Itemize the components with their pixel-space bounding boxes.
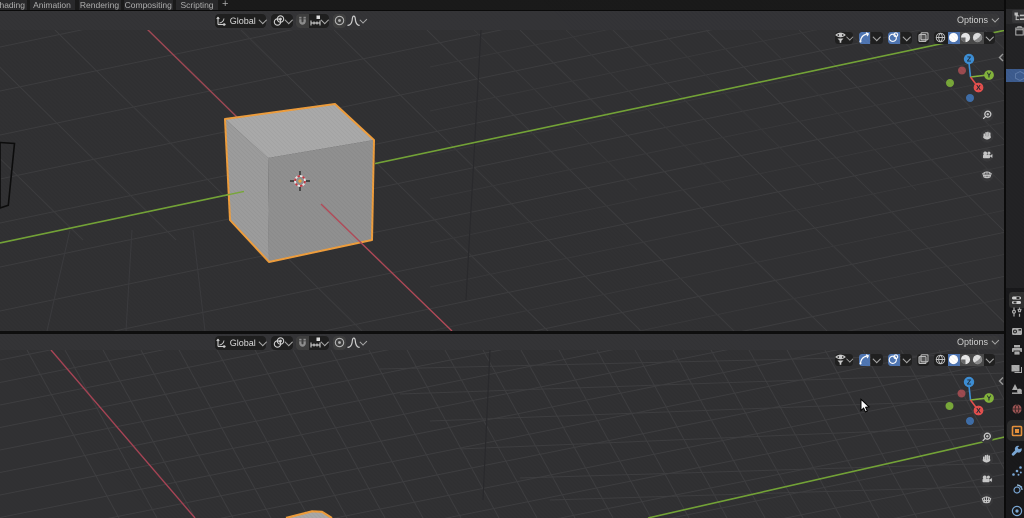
svg-text:Y: Y: [987, 73, 992, 80]
svg-text:X: X: [976, 408, 981, 415]
svg-text:Y: Y: [987, 396, 992, 403]
svg-text:Z: Z: [967, 380, 972, 387]
svg-text:X: X: [976, 85, 981, 92]
svg-text:Z: Z: [967, 57, 972, 64]
